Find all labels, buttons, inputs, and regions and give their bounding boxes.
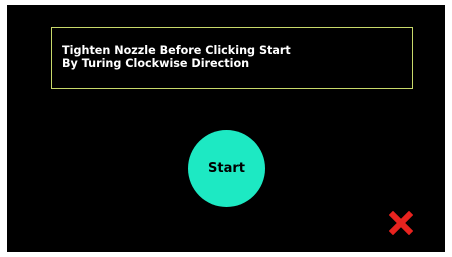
instruction-line-2: By Turing Clockwise Direction (62, 57, 250, 70)
start-button[interactable]: Start (188, 130, 265, 207)
close-button[interactable] (389, 211, 413, 235)
nozzle-screen: Tighten Nozzle Before Clicking Start By … (7, 5, 445, 252)
close-icon (389, 211, 413, 235)
start-button-label: Start (208, 161, 245, 176)
instruction-line-1: Tighten Nozzle Before Clicking Start (62, 44, 291, 57)
instruction-box: Tighten Nozzle Before Clicking Start By … (51, 27, 413, 89)
